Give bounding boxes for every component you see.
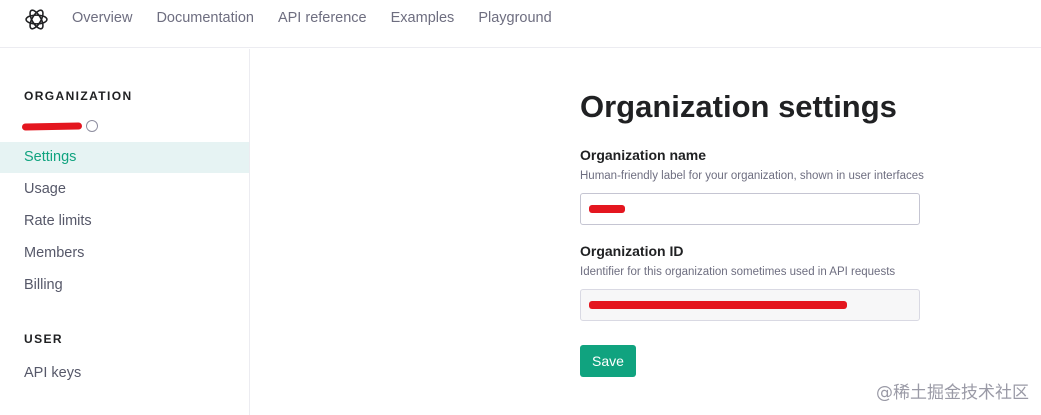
top-navigation-bar: Overview Documentation API reference Exa… [0,0,1041,48]
main-nav: Overview Documentation API reference Exa… [72,10,552,26]
organization-name-help: Human-friendly label for your organizati… [580,170,924,182]
save-button[interactable]: Save [580,345,636,377]
sidebar-item-usage[interactable]: Usage [0,174,249,205]
sidebar-item-rate-limits[interactable]: Rate limits [0,206,249,237]
page-title: Organization settings [580,89,897,124]
redacted-organization-name-value [589,205,625,213]
organization-id-label: Organization ID [580,243,684,259]
sidebar-item-api-keys[interactable]: API keys [0,358,249,389]
sidebar: ORGANIZATION Settings Usage Rate limits … [0,49,250,415]
chevron-icon [86,120,98,132]
openai-logo-icon[interactable] [24,7,49,32]
nav-examples[interactable]: Examples [391,10,455,26]
organization-name-label: Organization name [580,147,707,163]
sidebar-section-user: USER [24,332,63,346]
nav-overview[interactable]: Overview [72,10,132,26]
sidebar-item-members[interactable]: Members [0,238,249,269]
sidebar-section-organization: ORGANIZATION [24,89,133,103]
sidebar-item-settings[interactable]: Settings [0,142,249,173]
nav-documentation[interactable]: Documentation [156,10,254,26]
organization-id-field[interactable] [580,289,920,321]
organization-selector[interactable] [21,116,100,136]
watermark: @稀土掘金技术社区 [876,383,1029,403]
organization-name-input[interactable] [580,193,920,225]
nav-playground[interactable]: Playground [478,10,551,26]
sidebar-item-billing[interactable]: Billing [0,270,249,301]
organization-id-help: Identifier for this organization sometim… [580,266,896,278]
redacted-organization-id-value [589,301,847,309]
redacted-organization-name [21,121,83,131]
nav-api-reference[interactable]: API reference [278,10,367,26]
